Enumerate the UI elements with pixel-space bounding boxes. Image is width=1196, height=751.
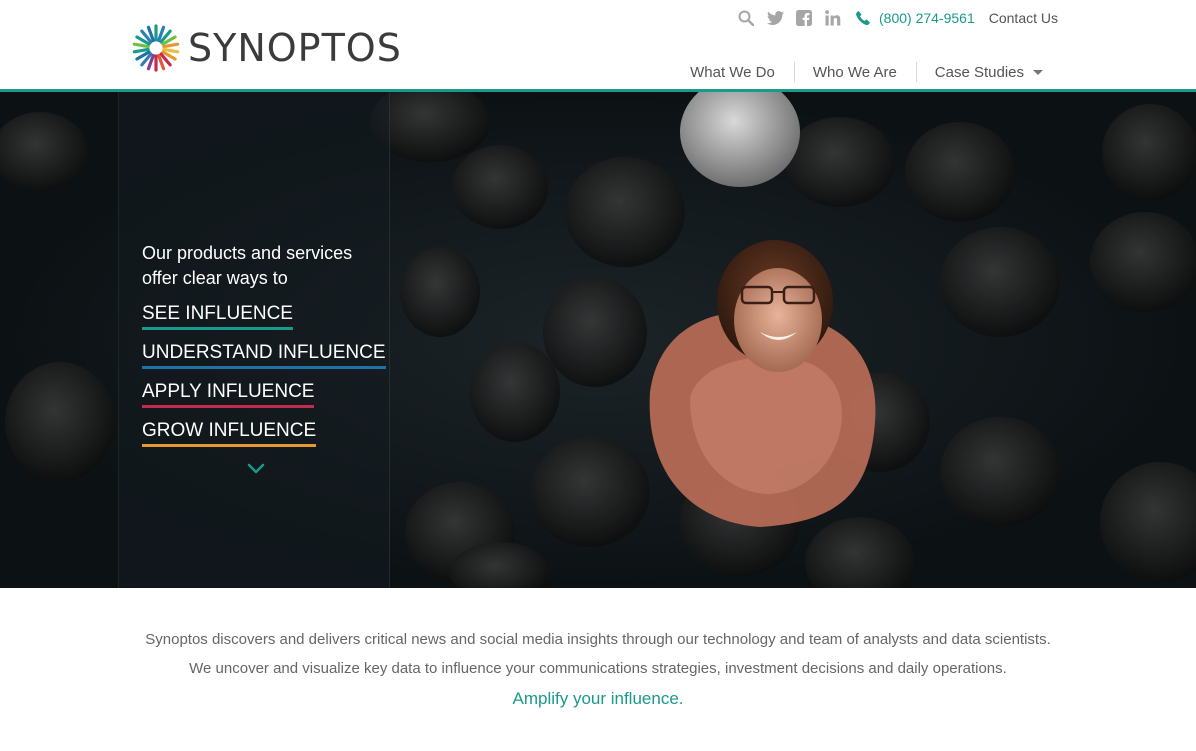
intro-line: We uncover and visualize key data to inf… [189, 660, 1007, 677]
nav-label: Case Studies [934, 63, 1024, 81]
twitter-icon[interactable] [765, 8, 785, 28]
tagline: Amplify your influence. [512, 689, 684, 708]
logo-link[interactable]: SYNOPTOS [132, 24, 402, 72]
apply-influence-link[interactable]: APPLY INFLUENCE [142, 381, 315, 408]
linkedin-icon[interactable] [823, 8, 843, 28]
utility-bar: (800) 274-9561 Contact Us [736, 6, 1058, 30]
phone-link[interactable]: (800) 274-9561 [856, 10, 975, 26]
nav-what-we-do[interactable]: What We Do [671, 58, 794, 86]
see-influence-link[interactable]: SEE INFLUENCE [142, 303, 293, 330]
contact-us-link[interactable]: Contact Us [989, 10, 1058, 26]
intro-line: Synoptos discovers and delivers critical… [145, 631, 1051, 648]
hero-banner: Our products and services offer clear wa… [0, 92, 1196, 588]
nav-who-we-are[interactable]: Who We Are [793, 58, 916, 86]
facebook-icon[interactable] [794, 8, 814, 28]
search-icon[interactable] [736, 8, 756, 28]
sunburst-logo-icon [132, 24, 180, 72]
chevron-down-icon[interactable] [246, 462, 266, 476]
hero-intro-line: Our products and services [142, 243, 353, 263]
hero-intro-line: offer clear ways to [142, 268, 288, 288]
intro-section: Synoptos discovers and delivers critical… [0, 588, 1196, 751]
phone-icon [856, 11, 870, 25]
site-header: SYNOPTOS (800) 274-9561 Contact Us What … [0, 0, 1196, 90]
caret-down-icon [1033, 69, 1043, 75]
hero-overlay-panel [118, 92, 390, 588]
grow-influence-link[interactable]: GROW INFLUENCE [142, 420, 317, 447]
phone-number: (800) 274-9561 [879, 10, 975, 26]
nav-case-studies[interactable]: Case Studies [915, 58, 1062, 86]
hero-intro-text: Our products and services offer clear wa… [142, 241, 372, 291]
nav-label: Who We Are [812, 63, 897, 81]
brand-name: SYNOPTOS [188, 26, 402, 70]
nav-label: What We Do [690, 63, 775, 81]
understand-influence-link[interactable]: UNDERSTAND INFLUENCE [142, 342, 386, 369]
main-nav: What We Do Who We Are Case Studies [671, 56, 1062, 88]
